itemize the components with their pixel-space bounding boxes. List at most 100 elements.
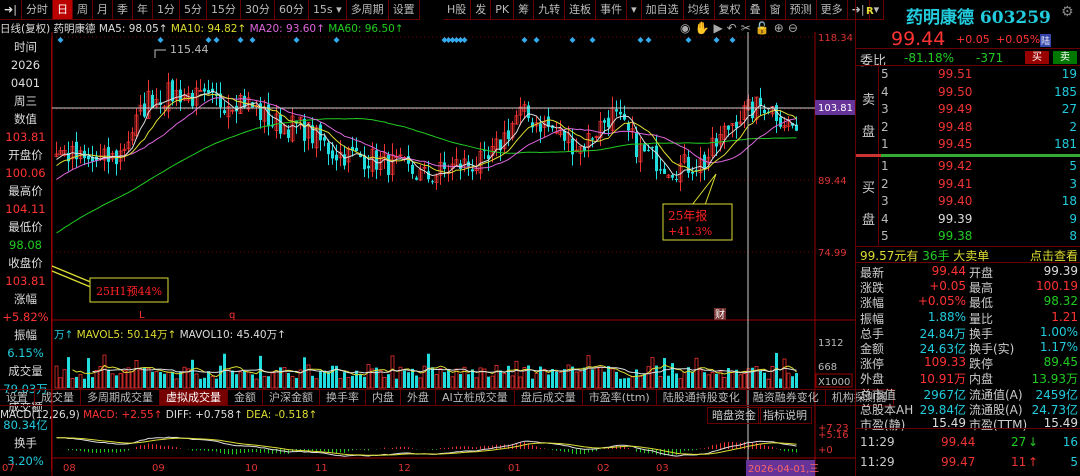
tab-5[interactable]: 沪深金额 (263, 390, 320, 405)
high-pointer (154, 49, 166, 58)
candle (727, 125, 730, 130)
annotation-h1: 25H1预44% (96, 285, 162, 298)
volume-bar (591, 369, 594, 388)
candle (387, 154, 390, 175)
volume-bar (646, 366, 651, 389)
gear-icon[interactable]: ⚙ (1061, 4, 1074, 20)
volume-bar (722, 377, 727, 389)
volume-bar (387, 374, 390, 388)
stat-1: +0.05 (929, 279, 966, 294)
tab-1[interactable]: 成交量 (35, 390, 81, 405)
volume-bar (67, 357, 70, 388)
stat-row: 外盘 10.91万 内盘 13.93万 (856, 370, 1080, 386)
volume-bar (215, 378, 218, 388)
buyb-price[interactable]: 99.40 (938, 194, 972, 208)
tab-3[interactable]: 虚拟成交量 (160, 390, 228, 405)
tab-8[interactable]: 外盘 (401, 390, 436, 405)
tab-2[interactable]: 多周期成交量 (81, 390, 160, 405)
buyb-level: 2 (881, 176, 889, 191)
buyb-price[interactable]: 99.42 (938, 159, 972, 173)
candle (471, 169, 474, 172)
volume-bar (246, 371, 251, 389)
macd-legend: MACD(12,26,9) MACD: +2.55↑ DIFF: +0.758↑… (0, 409, 317, 421)
tab-4[interactable]: 金额 (228, 390, 263, 405)
indicator-tabs: 设置 成交量 多周期成交量 虚拟成交量 金额 沪深金额 换手率 内盘 外盘 AI立桩成交量 盘后成交… (0, 389, 894, 406)
candle (143, 103, 146, 117)
sell-volume: 2 (1069, 119, 1077, 134)
volume-bar (311, 375, 314, 388)
weicha-value: -371 (976, 51, 1004, 65)
volume-bar (791, 376, 794, 388)
buy-side-label: 买盘 (862, 173, 875, 237)
candle (303, 118, 306, 141)
candle (691, 171, 694, 174)
volume-bar (182, 366, 187, 389)
volume-bar (507, 365, 510, 388)
sell-price[interactable]: 99.51 (938, 67, 972, 81)
high-price-label: 115.44 (170, 43, 209, 56)
tab-13[interactable]: 融资融券变化 (747, 390, 826, 405)
buy-button[interactable]: 买 (1025, 51, 1049, 64)
tab-6[interactable]: 换手率 (320, 390, 366, 405)
volume-bar (667, 375, 670, 388)
buyb-volume: 9 (1069, 211, 1077, 226)
divider (856, 48, 1080, 49)
volume-bar (438, 368, 443, 389)
sell-price[interactable]: 99.48 (938, 120, 972, 134)
volume-bar (431, 367, 434, 388)
candle (323, 137, 326, 141)
candle (591, 138, 594, 140)
tab-10[interactable]: 盘后成交量 (515, 390, 583, 405)
month-label: 09 (152, 463, 165, 474)
sell-price[interactable]: 99.50 (938, 85, 972, 99)
tab-9[interactable]: AI立桩成交量 (436, 390, 515, 405)
tab-12[interactable]: 陆股通持股变化 (657, 390, 747, 405)
sell-price[interactable]: 99.45 (938, 137, 972, 151)
stock-title: 药明康德 603259 (906, 8, 1051, 28)
volume-bar (166, 371, 171, 389)
sell-side-label: 卖盘 (862, 85, 875, 149)
volume-bar (274, 370, 279, 389)
price-change-pct: +0.05% (996, 33, 1041, 46)
month-label: 03 (656, 463, 669, 474)
volume-bar (566, 364, 571, 389)
volume-bar (143, 367, 146, 388)
volume-bar (203, 377, 206, 388)
buyb-volume: 18 (1061, 194, 1077, 208)
volume-bar (555, 371, 558, 388)
stat-4: 1.21 (1051, 309, 1078, 324)
big-order-type: 大卖单 (953, 249, 990, 263)
last-price: 99.44 (891, 28, 946, 50)
buyb-price[interactable]: 99.39 (938, 212, 972, 226)
volume-bar (795, 373, 798, 388)
candle (623, 113, 626, 120)
volume-bar (134, 359, 139, 389)
volume-bar (427, 353, 430, 388)
buyb-price[interactable]: 99.41 (938, 177, 972, 191)
tab-0[interactable]: 设置 (0, 390, 35, 405)
volume-bar (254, 378, 259, 389)
volume-bar (518, 376, 523, 389)
volume-bar (578, 371, 583, 389)
volume-bar (115, 375, 118, 388)
event-diamond (213, 37, 220, 43)
volume-bar (583, 367, 586, 388)
dark-pool-button[interactable]: 暗盘资金 (707, 407, 761, 424)
volume-bar (331, 365, 334, 388)
indicator-help-button[interactable]: 指标说明 (758, 407, 812, 424)
volume-bar (270, 372, 275, 389)
candle (279, 114, 282, 134)
dea-value: DEA: -0.518↑ (246, 409, 318, 421)
tab-7[interactable]: 内盘 (366, 390, 401, 405)
sell-price[interactable]: 99.49 (938, 102, 972, 116)
event-diamond (569, 37, 576, 43)
diff-value: DIFF: +0.758↑ (165, 409, 243, 421)
diff-line (56, 436, 797, 457)
mavol10-value: MAVOL10: 45.40万↑ (179, 329, 286, 341)
volume-bar (191, 359, 194, 388)
sell-button[interactable]: 卖 (1053, 51, 1077, 64)
volume-bar (110, 373, 115, 389)
candle (335, 154, 338, 161)
buyb-price[interactable]: 99.38 (938, 229, 972, 243)
tab-11[interactable]: 市盈率(ttm) (583, 390, 657, 405)
